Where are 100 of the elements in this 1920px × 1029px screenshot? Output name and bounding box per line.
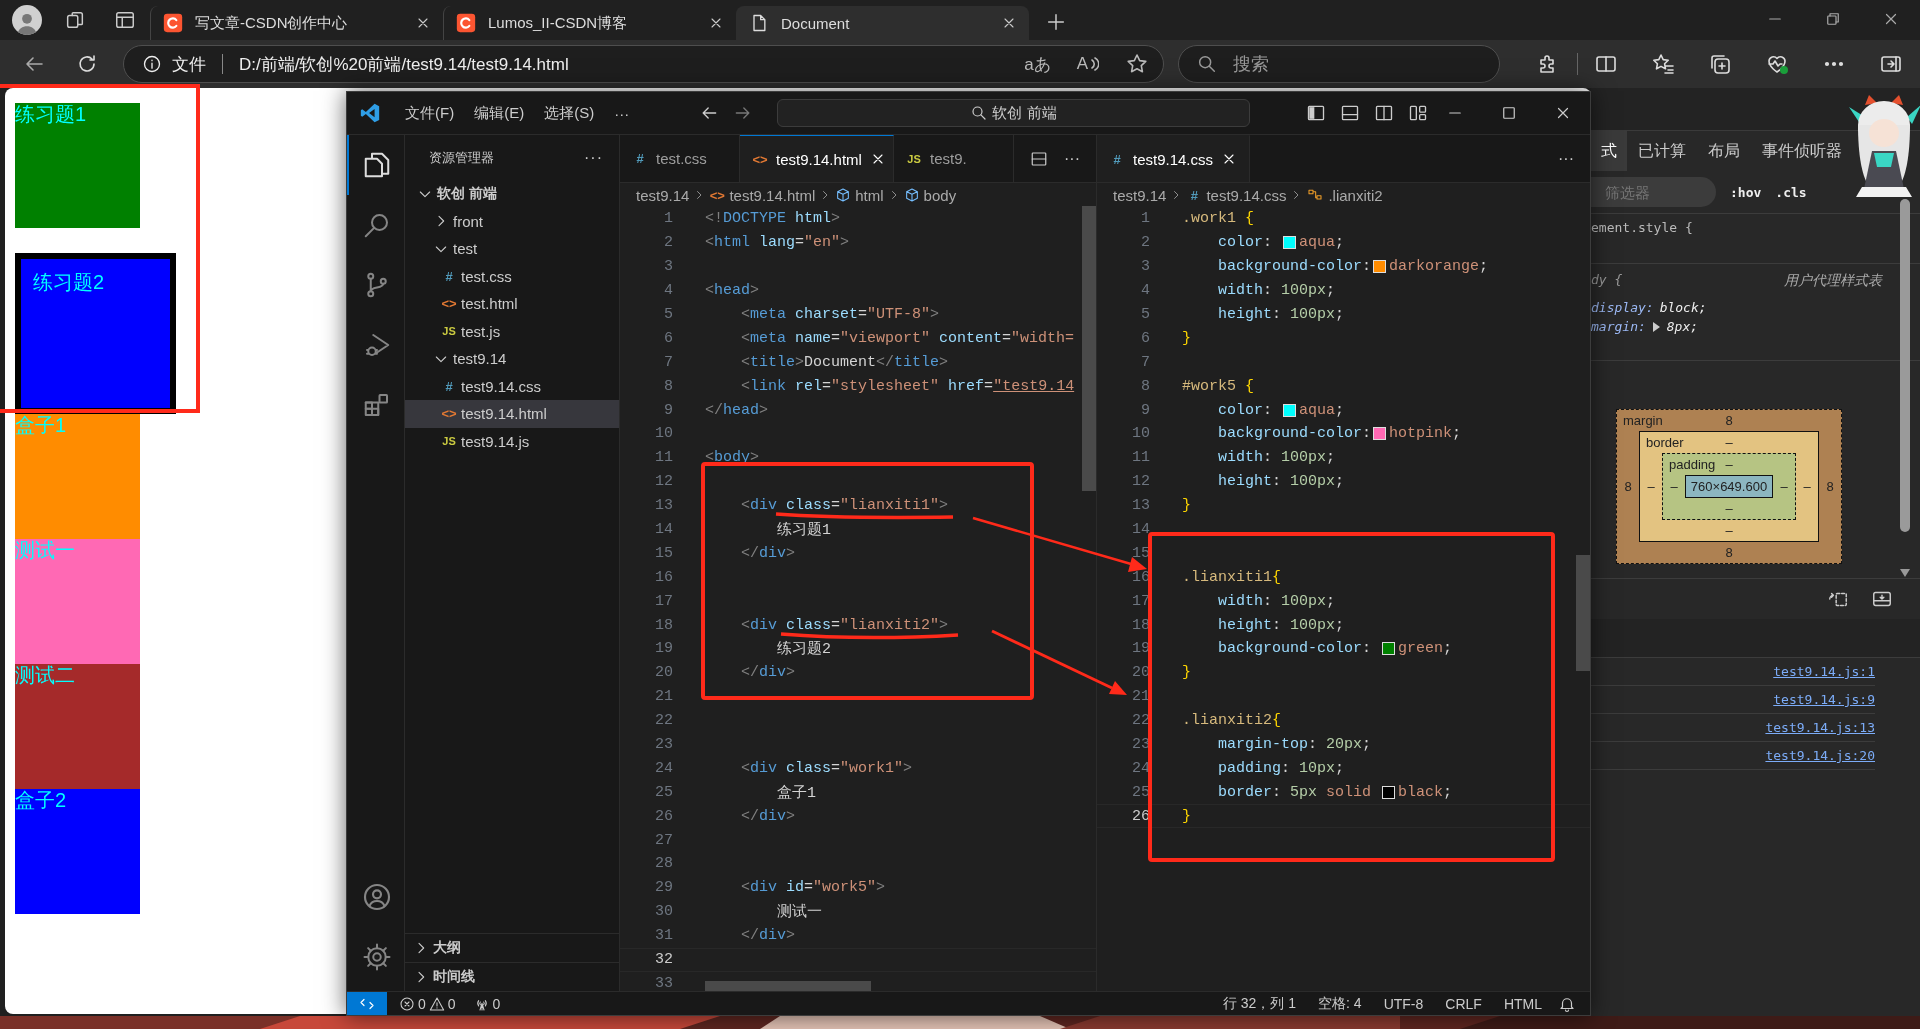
panel-header[interactable]: 时间线	[405, 962, 619, 991]
color-swatch[interactable]	[1373, 427, 1387, 441]
info-icon[interactable]	[141, 54, 162, 74]
breadcrumb[interactable]: <> test9.14.html	[709, 186, 816, 204]
more-actions-button[interactable]: ···	[1064, 149, 1080, 168]
file-icon: <>	[709, 187, 726, 203]
css-value: block;	[1659, 300, 1707, 315]
menu-item[interactable]: ···	[604, 104, 640, 122]
folder-item[interactable]: front	[405, 207, 619, 235]
menu-item[interactable]: 编辑(E)	[464, 103, 535, 123]
box-value: –	[1646, 479, 1656, 494]
breadcrumb[interactable]: test9.14	[636, 186, 690, 204]
favorite-star-icon[interactable]	[1125, 52, 1149, 76]
color-swatch[interactable]	[1283, 403, 1297, 417]
color-swatch[interactable]	[1382, 642, 1396, 656]
browser-tab[interactable]: Document	[736, 6, 1029, 40]
panel-header[interactable]: 大纲	[405, 933, 619, 962]
code-text: width: 100px;	[1217, 592, 1336, 610]
breadcrumb[interactable]: test9.14	[1113, 186, 1167, 204]
read-aloud-button[interactable]: A	[1076, 54, 1099, 74]
file-item[interactable]: JS test9.14.js	[405, 427, 619, 455]
toggle-button[interactable]: :hov	[1730, 184, 1762, 200]
folder-item[interactable]: test	[405, 235, 619, 263]
style-rule: ement.style {	[1591, 220, 1693, 235]
more-actions-button[interactable]: ···	[584, 148, 603, 167]
restore-icon[interactable]	[1824, 10, 1842, 28]
workspaces-icon[interactable]	[64, 9, 86, 31]
remote-button[interactable]	[347, 992, 387, 1015]
profile-avatar[interactable]	[12, 5, 42, 35]
encoding-setting[interactable]: UTF-8	[1377, 995, 1430, 1012]
editor-tab[interactable]: <> test9.14.html	[740, 135, 894, 182]
split-editor-icon[interactable]	[1030, 149, 1048, 168]
language-mode[interactable]: HTML	[1497, 995, 1548, 1012]
folder-item[interactable]: 软创 前端	[405, 180, 619, 208]
tab-actions-icon[interactable]	[114, 9, 136, 31]
cube-icon	[903, 187, 920, 203]
box-value: –	[1725, 457, 1733, 472]
settings-icon[interactable]	[361, 942, 392, 972]
breadcrumb[interactable]: html	[835, 186, 884, 204]
devtools-tab[interactable]: 式	[1591, 131, 1627, 171]
breadcrumb[interactable]: # test9.14.css	[1186, 186, 1287, 204]
line-number: 14	[1131, 521, 1150, 538]
toggle-button[interactable]: .cls	[1775, 184, 1807, 200]
block-label: 测试一	[15, 539, 75, 561]
code-text: </div>	[740, 544, 796, 562]
search-field[interactable]: 搜索	[1178, 45, 1500, 83]
source-link[interactable]: test9.14.js:20	[1765, 748, 1875, 763]
toggle-panel-icon[interactable]	[1340, 103, 1360, 123]
favorites-icon[interactable]	[1651, 52, 1676, 76]
scrollbar-thumb[interactable]	[1082, 206, 1096, 491]
color-swatch[interactable]	[1283, 236, 1297, 250]
code-text: <div class="lianxiti1">	[740, 497, 949, 515]
command-center[interactable]: 软创 前端	[777, 99, 1250, 127]
file-item[interactable]: JS test.js	[405, 317, 619, 345]
line-number: 18	[654, 616, 673, 634]
menu-item[interactable]: 文件(F)	[395, 103, 465, 123]
code-text: background-color:	[1217, 425, 1372, 443]
expand-triangle-icon[interactable]	[1651, 321, 1661, 332]
color-swatch[interactable]	[1373, 260, 1387, 274]
layout-icon[interactable]	[1408, 103, 1428, 123]
file-item[interactable]: <> test.html	[405, 290, 619, 318]
more-actions-button[interactable]: ···	[1558, 149, 1574, 168]
file-item[interactable]: # test.css	[405, 262, 619, 290]
address-bar[interactable]: 文件 D:/前端/软创%20前端/test9.14/test9.14.html aあ A	[122, 45, 1164, 83]
editor-tab[interactable]: # test9.14.css	[1097, 135, 1251, 182]
scrollbar-thumb[interactable]	[1900, 199, 1910, 532]
scrollbar-thumb[interactable]	[705, 981, 871, 991]
code-text: height: 100px;	[1217, 616, 1345, 634]
problems-button[interactable]: 0 0	[393, 995, 462, 1012]
devtools-tab[interactable]: 布局	[1697, 131, 1751, 171]
code-text: green;	[1398, 640, 1453, 658]
source-link[interactable]: test9.14.js:13	[1765, 720, 1875, 735]
indentation-setting[interactable]: 空格: 4	[1312, 994, 1368, 1013]
file-item[interactable]: # test9.14.css	[405, 372, 619, 400]
menu-item[interactable]: 选择(S)	[534, 103, 605, 123]
folder-item[interactable]: test9.14	[405, 345, 619, 373]
source-link[interactable]: test9.14.js:1	[1773, 664, 1875, 679]
code-text: border: 5px solid	[1217, 783, 1373, 801]
breadcrumb[interactable]: .lianxiti2	[1306, 186, 1383, 204]
ports-button[interactable]: 0	[467, 995, 507, 1012]
toggle-secondary-sidebar-icon[interactable]	[1374, 103, 1394, 123]
toggle-sidebar-icon[interactable]	[1306, 103, 1326, 123]
scrollbar-thumb[interactable]	[1576, 555, 1590, 671]
editor-tab[interactable]: JS test9.	[894, 135, 1014, 182]
file-item[interactable]: <> test9.14.html	[405, 400, 619, 428]
scroll-down-icon[interactable]	[1899, 568, 1911, 578]
cursor-position[interactable]: 行 32，列 1	[1216, 994, 1303, 1013]
devtools-tab[interactable]: 事件侦听器	[1751, 131, 1853, 171]
source-link[interactable]: test9.14.js:9	[1773, 692, 1875, 707]
new-tab-icon[interactable]	[1045, 11, 1067, 33]
maximize-icon[interactable]	[1500, 104, 1518, 122]
file-icon: <>	[441, 406, 457, 422]
devtools-tab[interactable]: 已计算	[1627, 131, 1697, 171]
color-swatch[interactable]	[1382, 785, 1396, 799]
breadcrumb[interactable]: body	[903, 186, 957, 204]
collections-icon[interactable]	[1708, 52, 1733, 76]
code-text: padding: 10px;	[1217, 759, 1345, 777]
line-ending-setting[interactable]: CRLF	[1439, 995, 1488, 1012]
translate-button[interactable]: aあ	[1024, 52, 1051, 76]
box-value: –	[1725, 523, 1733, 538]
